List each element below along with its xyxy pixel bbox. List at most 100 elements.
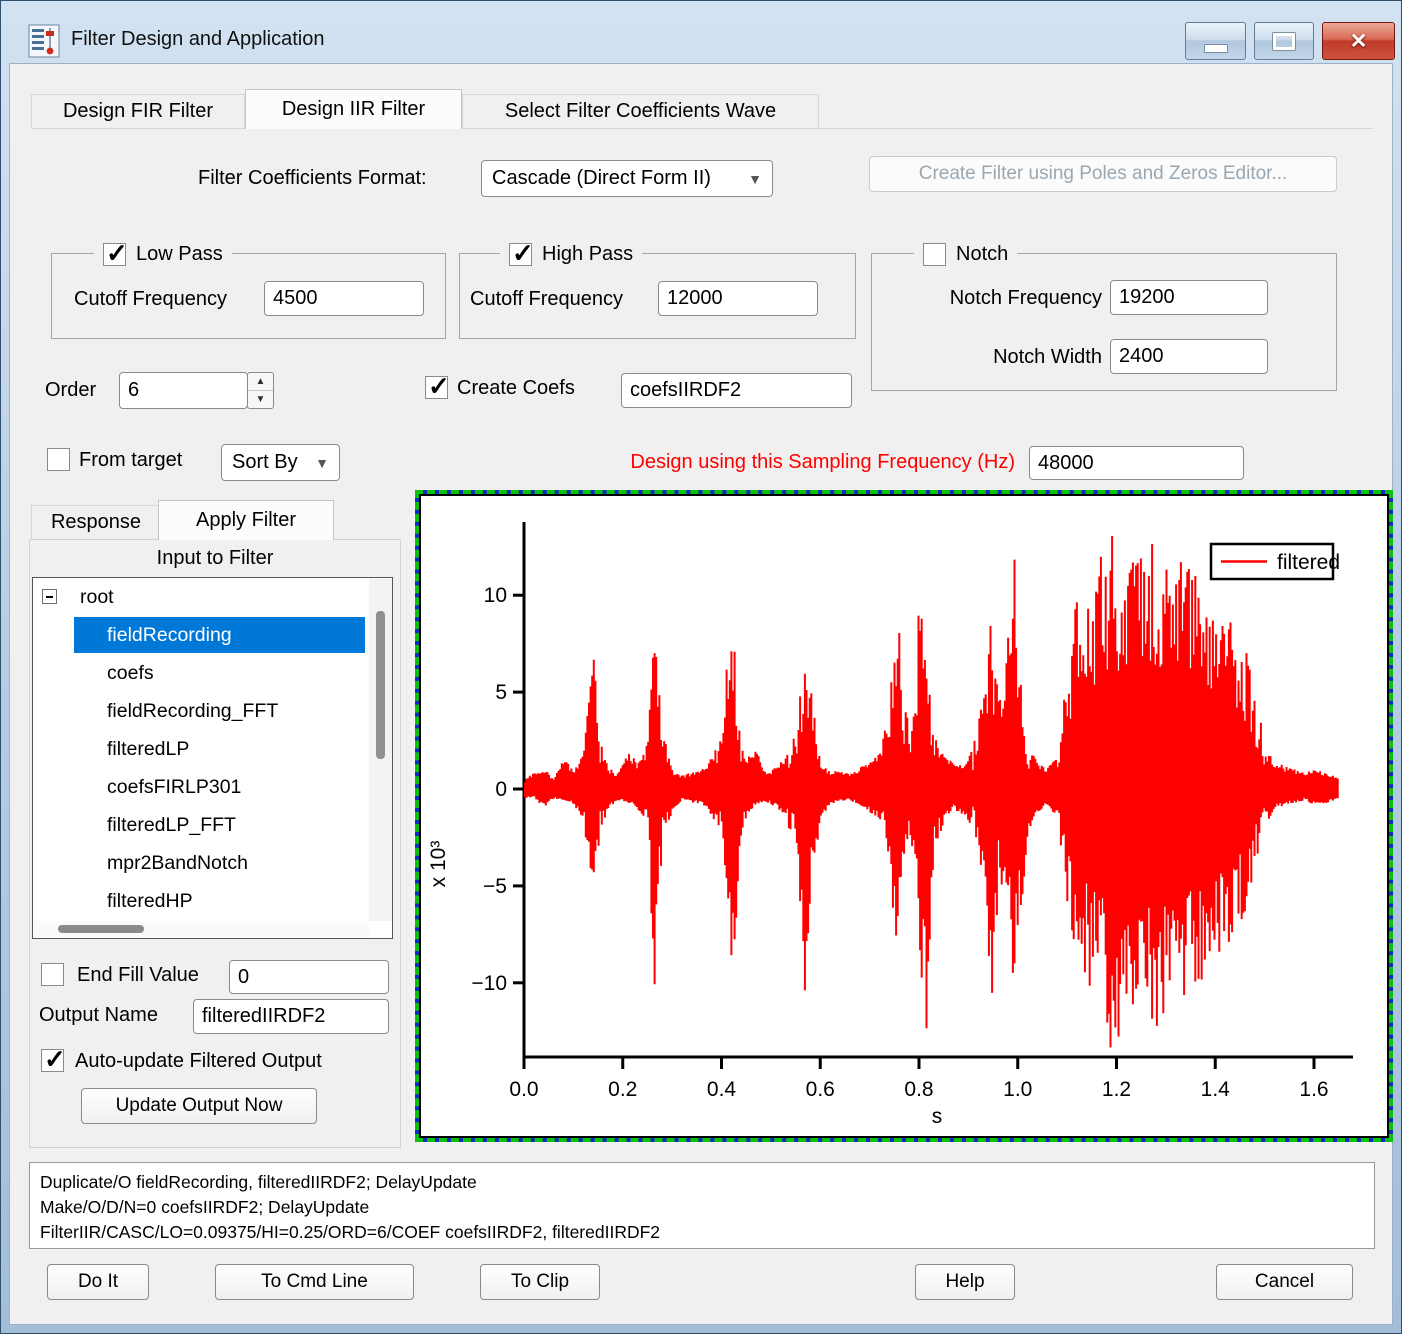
coefs-name-field[interactable] xyxy=(621,373,852,408)
do-it-button[interactable]: Do It xyxy=(47,1264,149,1300)
coefficients-format-dropdown[interactable]: Cascade (Direct Form II) ▼ xyxy=(481,160,773,197)
output-name-label: Output Name xyxy=(39,1004,158,1027)
cancel-button[interactable]: Cancel xyxy=(1216,1264,1353,1300)
chevron-down-icon: ▼ xyxy=(307,455,329,471)
to-cmd-line-button[interactable]: To Cmd Line xyxy=(215,1264,414,1300)
poles-zeros-editor-label: Create Filter using Poles and Zeros Edit… xyxy=(919,163,1288,185)
list-item-label: filteredLP_FFT xyxy=(107,814,236,836)
list-item-filteredLP[interactable]: filteredLP xyxy=(33,730,392,768)
notch-legend: Notch xyxy=(914,241,1017,267)
lp-cutoff-frequency-field[interactable] xyxy=(264,281,424,316)
close-icon: ✕ xyxy=(1350,29,1368,54)
from-target-checkbox[interactable] xyxy=(47,448,70,471)
close-button[interactable]: ✕ xyxy=(1322,22,1395,60)
command-preview[interactable]: Duplicate/O fieldRecording, filteredIIRD… xyxy=(29,1162,1375,1249)
input-wave-list[interactable]: root fieldRecordingcoefs fieldRecording_FF… xyxy=(32,577,393,939)
high-pass-label: High Pass xyxy=(542,243,633,266)
command-line: Make/O/D/N=0 coefsIIRDF2; DelayUpdate xyxy=(40,1195,1364,1220)
order-spinner[interactable]: ▲ ▼ xyxy=(247,372,274,409)
minimize-icon xyxy=(1204,44,1228,53)
minimize-button[interactable] xyxy=(1185,22,1246,60)
notch-width-field[interactable] xyxy=(1110,339,1268,374)
hp-cutoff-frequency-label: Cutoff Frequency xyxy=(470,288,623,311)
sort-by-value: Sort By xyxy=(232,451,298,474)
list-item-mpr2BandNotch[interactable]: mpr2BandNotch xyxy=(33,844,392,882)
tab-select-filter-coefficients-wave[interactable]: Select Filter Coefficients Wave xyxy=(462,94,819,128)
filter-coefficients-format-label: Filter Coefficients Format: xyxy=(198,167,427,190)
tab-label: Apply Filter xyxy=(196,509,296,532)
window-title: Filter Design and Application xyxy=(71,28,324,51)
notch-group: Notch Notch Frequency Notch Width xyxy=(871,253,1337,391)
high-pass-checkbox[interactable] xyxy=(509,243,532,266)
end-fill-label: End Fill Value xyxy=(77,964,199,987)
order-label: Order xyxy=(45,379,96,402)
graph-marquee: −10−505100.00.20.40.60.81.01.21.41.6x 10… xyxy=(415,490,1393,1142)
low-pass-label: Low Pass xyxy=(136,243,223,266)
notch-frequency-field[interactable] xyxy=(1110,280,1268,315)
list-item-label: fieldRecording_FFT xyxy=(107,700,278,722)
chevron-down-icon: ▼ xyxy=(740,171,762,187)
to-clip-label: To Clip xyxy=(511,1271,569,1293)
tree-collapse-icon[interactable] xyxy=(42,589,57,604)
command-line: FilterIIR/CASC/LO=0.09375/HI=0.25/ORD=6/… xyxy=(40,1220,1364,1245)
tab-response[interactable]: Response xyxy=(31,505,161,539)
spinner-down-icon[interactable]: ▼ xyxy=(248,391,273,408)
list-item-label: root xyxy=(80,586,114,608)
order-field[interactable] xyxy=(119,372,248,409)
list-item-root[interactable]: root xyxy=(33,578,392,616)
help-button[interactable]: Help xyxy=(915,1264,1015,1300)
list-item-filteredLP_FFT[interactable]: filteredLP_FFT xyxy=(33,806,392,844)
auto-update-label: Auto-update Filtered Output xyxy=(75,1050,322,1073)
list-rows: root fieldRecordingcoefs fieldRecording_FF… xyxy=(33,578,392,920)
tab-apply-filter[interactable]: Apply Filter xyxy=(158,500,334,540)
app-icon xyxy=(28,24,60,58)
to-cmd-line-label: To Cmd Line xyxy=(261,1271,368,1293)
poles-zeros-editor-button[interactable]: Create Filter using Poles and Zeros Edit… xyxy=(869,156,1337,192)
lp-cutoff-frequency-label: Cutoff Frequency xyxy=(74,288,227,311)
list-item-label: filteredLP xyxy=(107,738,189,760)
spinner-up-icon[interactable]: ▲ xyxy=(248,373,273,391)
to-clip-button[interactable]: To Clip xyxy=(480,1264,600,1300)
notch-label: Notch xyxy=(956,243,1008,266)
high-pass-legend: High Pass xyxy=(500,241,642,267)
help-label: Help xyxy=(945,1271,984,1293)
list-item-fieldRecording[interactable]: fieldRecording xyxy=(33,616,392,654)
tab-label: Select Filter Coefficients Wave xyxy=(505,100,776,123)
horizontal-scrollbar[interactable] xyxy=(34,921,369,937)
vertical-scrollbar[interactable] xyxy=(369,579,392,921)
list-item-fieldRecording_FFT[interactable]: fieldRecording_FFT xyxy=(33,692,392,730)
from-target-label: From target xyxy=(79,449,182,472)
maximize-icon xyxy=(1273,33,1295,50)
sort-by-dropdown[interactable]: Sort By ▼ xyxy=(221,444,340,481)
marquee-border xyxy=(415,490,1393,1142)
list-item-coefsFIRLP301[interactable]: coefsFIRLP301 xyxy=(33,768,392,806)
notch-checkbox[interactable] xyxy=(923,243,946,266)
sampling-frequency-field[interactable] xyxy=(1029,446,1244,480)
vertical-scrollbar-thumb[interactable] xyxy=(376,611,385,759)
notch-frequency-label: Notch Frequency xyxy=(920,287,1102,310)
end-fill-checkbox[interactable] xyxy=(41,963,64,986)
maximize-button[interactable] xyxy=(1254,22,1314,60)
list-item-filteredHP[interactable]: filteredHP xyxy=(33,882,392,920)
high-pass-group: High Pass Cutoff Frequency xyxy=(459,253,856,339)
update-output-now-button[interactable]: Update Output Now xyxy=(81,1088,317,1124)
tab-divider xyxy=(31,128,1373,129)
create-coefs-label: Create Coefs xyxy=(457,377,575,400)
list-item-label: filteredHP xyxy=(107,890,193,912)
notch-width-label: Notch Width xyxy=(920,346,1102,369)
list-item-coefs[interactable]: coefs xyxy=(33,654,392,692)
tab-label: Response xyxy=(51,511,141,534)
hp-cutoff-frequency-field[interactable] xyxy=(658,281,818,316)
filter-design-window: Filter Design and Application ✕ Design F… xyxy=(0,0,1402,1334)
auto-update-checkbox[interactable] xyxy=(41,1049,64,1072)
command-line: Duplicate/O fieldRecording, filteredIIRD… xyxy=(40,1170,1364,1195)
tab-design-iir-filter[interactable]: Design IIR Filter xyxy=(245,89,462,129)
low-pass-legend: Low Pass xyxy=(94,241,232,267)
low-pass-checkbox[interactable] xyxy=(103,243,126,266)
output-name-field[interactable] xyxy=(193,999,389,1034)
create-coefs-checkbox[interactable] xyxy=(425,376,448,399)
end-fill-field[interactable] xyxy=(229,960,389,994)
tab-design-fir-filter[interactable]: Design FIR Filter xyxy=(31,94,245,128)
list-item-label: coefsFIRLP301 xyxy=(107,776,241,798)
horizontal-scrollbar-thumb[interactable] xyxy=(58,925,144,933)
